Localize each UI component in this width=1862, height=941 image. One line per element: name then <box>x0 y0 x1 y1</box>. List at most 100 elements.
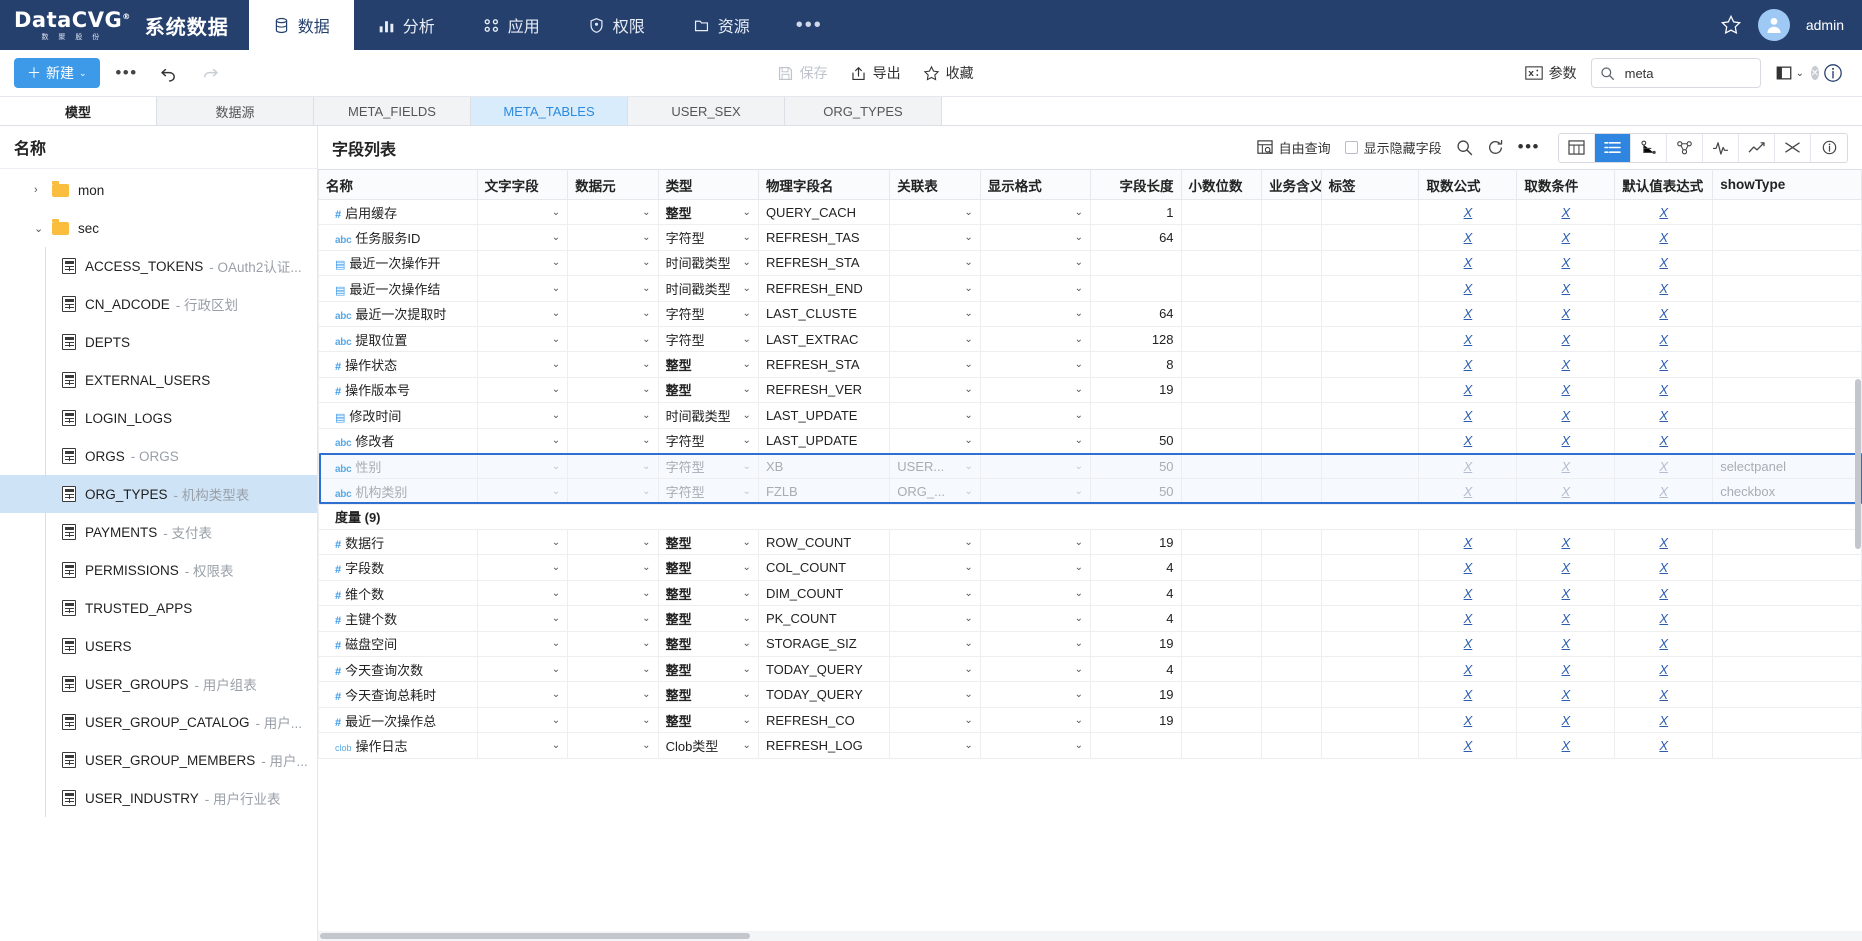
cell-textfield[interactable]: ⌄ <box>476 351 569 378</box>
cell-textfield[interactable]: ⌄ <box>476 275 569 302</box>
cell-length[interactable]: 8 <box>1090 351 1182 378</box>
cell-formula[interactable]: X <box>1418 300 1518 327</box>
cell-defaultexp[interactable]: X <box>1614 478 1714 505</box>
chevron-down-icon[interactable]: ⌄ <box>964 689 972 700</box>
table-row[interactable]: abc 性别 ⌄ ⌄ 字符型 ⌄ XB USER... ⌄ ⌄ 50 X X Xselectpanel <box>318 452 1862 480</box>
cell-length[interactable] <box>1090 402 1182 429</box>
cell-condition[interactable]: X <box>1516 478 1616 505</box>
cell-type[interactable]: 整型 ⌄ <box>657 554 759 581</box>
chevron-down-icon[interactable]: ⌄ <box>552 537 560 548</box>
cell-condition[interactable]: X <box>1516 402 1616 429</box>
cell-dispfmt[interactable]: ⌄ <box>979 656 1092 683</box>
tree-item-user-groups[interactable]: USER_GROUPS - 用户组表 <box>0 665 317 703</box>
table-row[interactable]: # 最近一次操作总 ⌄ ⌄ 整型 ⌄ REFRESH_CO ⌄ ⌄ 19 X X X <box>318 706 1862 734</box>
cell-reltable[interactable]: ⌄ <box>889 579 981 607</box>
cell-condition[interactable]: X <box>1516 275 1616 302</box>
cell-condition[interactable]: X <box>1516 630 1616 658</box>
cell-textfield[interactable]: ⌄ <box>476 427 569 454</box>
cell-bizmean[interactable] <box>1261 300 1322 327</box>
cell-dataelem[interactable]: ⌄ <box>567 402 659 429</box>
cell-tag[interactable] <box>1320 427 1420 454</box>
cell-decimals[interactable] <box>1180 554 1263 581</box>
cell-dataelem[interactable]: ⌄ <box>567 656 659 683</box>
cell-showtype[interactable]: checkbox <box>1712 478 1862 505</box>
chevron-down-icon[interactable]: ⌄ <box>552 689 560 700</box>
scatter-view-icon[interactable] <box>1775 133 1811 162</box>
chevron-down-icon[interactable]: ⌄ <box>642 359 650 370</box>
cell-length[interactable]: 4 <box>1090 554 1182 581</box>
cell-length[interactable]: 4 <box>1090 656 1182 683</box>
tree-item-login-logs[interactable]: LOGIN_LOGS <box>0 399 317 437</box>
cell-name[interactable]: # 操作状态 <box>318 351 478 378</box>
cell-type[interactable]: 整型 ⌄ <box>657 376 759 404</box>
cell-tag[interactable] <box>1320 198 1420 226</box>
cell-textfield[interactable]: ⌄ <box>476 376 569 404</box>
cell-decimals[interactable] <box>1180 706 1263 734</box>
chevron-down-icon[interactable]: ⌄ <box>552 308 560 319</box>
tree-folder-mon[interactable]: › mon <box>0 171 317 209</box>
cell-reltable[interactable]: ⌄ <box>889 300 981 327</box>
cell-length[interactable]: 1 <box>1090 198 1182 226</box>
cell-dispfmt[interactable]: ⌄ <box>979 275 1092 302</box>
chevron-down-icon[interactable]: ⌄ <box>743 740 751 751</box>
col-header-formula[interactable]: 取数公式 <box>1418 169 1518 200</box>
checkbox-icon[interactable] <box>1344 141 1358 154</box>
chevron-down-icon[interactable]: ⌄ <box>743 613 751 624</box>
cell-physical[interactable]: LAST_UPDATE <box>757 427 891 454</box>
chevron-down-icon[interactable]: ⌄ <box>552 638 560 649</box>
cell-physical[interactable]: REFRESH_TAS <box>757 224 891 251</box>
cell-tag[interactable] <box>1320 275 1420 302</box>
cell-type[interactable]: 字符型 ⌄ <box>657 325 759 353</box>
cell-decimals[interactable] <box>1180 656 1263 683</box>
cell-showtype[interactable] <box>1712 198 1862 226</box>
chevron-down-icon[interactable]: ⌄ <box>642 486 650 497</box>
tree-item-permissions[interactable]: PERMISSIONS - 权限表 <box>0 551 317 589</box>
chevron-down-icon[interactable]: ⌄ <box>743 435 751 446</box>
chevron-down-icon[interactable]: ⌄ <box>1075 308 1083 319</box>
cell-physical[interactable]: REFRESH_STA <box>757 351 891 378</box>
chevron-down-icon[interactable]: ⌄ <box>743 359 751 370</box>
cell-bizmean[interactable] <box>1261 656 1322 683</box>
parameters-button[interactable]: X 参数 <box>1524 63 1577 83</box>
table-row[interactable]: # 维个数 ⌄ ⌄ 整型 ⌄ DIM_COUNT ⌄ ⌄ 4 X X X <box>318 579 1862 607</box>
chevron-down-icon[interactable]: ⌄ <box>743 410 751 421</box>
cell-type[interactable]: 时间戳类型 ⌄ <box>657 249 759 277</box>
cell-condition[interactable]: X <box>1516 427 1616 454</box>
tree-item-access-tokens[interactable]: ACCESS_TOKENS - OAuth2认证... <box>0 247 317 285</box>
cell-reltable[interactable]: ⌄ <box>889 402 981 429</box>
cell-dispfmt[interactable]: ⌄ <box>979 630 1092 658</box>
chevron-down-icon[interactable]: ⌄ <box>642 384 650 395</box>
chevron-down-icon[interactable]: ⌄ <box>642 334 650 345</box>
panel-layout-button[interactable]: ⌄ <box>1775 58 1804 88</box>
cell-type[interactable]: 字符型 ⌄ <box>657 478 759 505</box>
nav-tab-data[interactable]: 数据 <box>248 0 354 50</box>
chevron-down-icon[interactable]: ⌄ <box>1075 486 1083 497</box>
cell-physical[interactable]: FZLB <box>757 478 891 505</box>
chevron-down-icon[interactable]: ⌄ <box>642 207 650 218</box>
chevron-down-icon[interactable]: ⌄ <box>964 461 972 472</box>
cell-bizmean[interactable] <box>1261 681 1322 708</box>
chevron-down-icon[interactable]: ⌄ <box>964 257 972 268</box>
cell-textfield[interactable]: ⌄ <box>476 554 569 581</box>
chevron-down-icon[interactable]: ⌄ <box>552 232 560 243</box>
cell-decimals[interactable] <box>1180 605 1263 632</box>
col-header-textfield[interactable]: 文字字段 <box>476 169 569 200</box>
favorite-button[interactable]: 收藏 <box>923 63 974 83</box>
cell-defaultexp[interactable]: X <box>1614 376 1714 404</box>
cell-length[interactable]: 4 <box>1090 605 1182 632</box>
cell-dataelem[interactable]: ⌄ <box>567 579 659 607</box>
cell-physical[interactable]: STORAGE_SIZ <box>757 630 891 658</box>
cell-dispfmt[interactable]: ⌄ <box>979 249 1092 277</box>
chevron-down-icon[interactable]: ⌄ <box>552 461 560 472</box>
cell-dispfmt[interactable]: ⌄ <box>979 427 1092 454</box>
cell-bizmean[interactable] <box>1261 249 1322 277</box>
chevron-down-icon[interactable]: ⌄ <box>1075 588 1083 599</box>
cell-condition[interactable]: X <box>1516 452 1616 480</box>
cell-condition[interactable]: X <box>1516 198 1616 226</box>
cell-name[interactable]: # 启用缓存 <box>318 198 478 226</box>
cell-length[interactable] <box>1090 275 1182 302</box>
cell-showtype[interactable]: selectpanel <box>1712 452 1862 480</box>
cell-dispfmt[interactable]: ⌄ <box>979 706 1092 734</box>
chevron-down-icon[interactable]: ⌄ <box>642 638 650 649</box>
chevron-down-icon[interactable]: ⌄ <box>642 308 650 319</box>
